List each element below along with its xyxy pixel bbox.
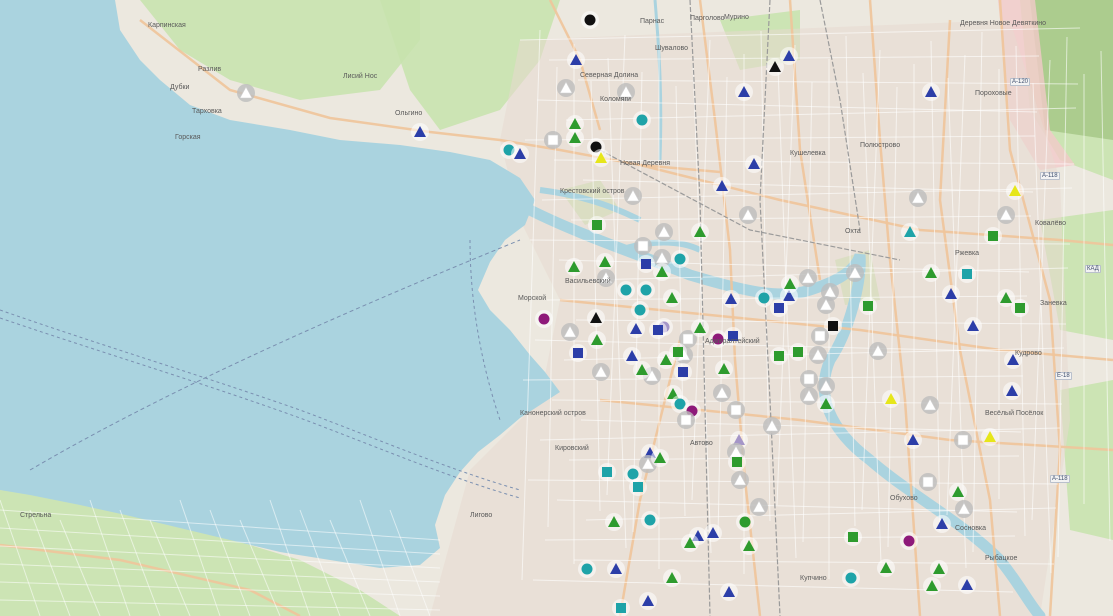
- white-square-marker: [680, 414, 692, 426]
- place-label: Горская: [175, 134, 201, 141]
- green-square-marker: [1015, 303, 1025, 313]
- place-label: Автово: [690, 440, 713, 447]
- place-label: Северная Долина: [580, 72, 639, 79]
- black-square-marker: [828, 321, 838, 331]
- place-label: Рыбацкое: [985, 555, 1018, 562]
- road-shield: А-118: [1050, 475, 1070, 483]
- teal-circle-marker: [640, 284, 652, 296]
- blue-square-marker: [653, 325, 663, 335]
- place-label: Ржевка: [955, 250, 980, 257]
- place-label: Васильевский: [565, 278, 611, 285]
- green-square-marker: [848, 532, 858, 542]
- green-square-marker: [592, 220, 602, 230]
- place-label: Шувалово: [655, 45, 689, 52]
- place-label: Обухово: [890, 495, 918, 502]
- road-shield: А-120: [1010, 78, 1031, 86]
- teal-circle-marker: [644, 514, 656, 526]
- teal-circle-marker: [636, 114, 648, 126]
- white-square-marker: [682, 333, 694, 345]
- place-label: Адмиралтейский: [705, 338, 760, 345]
- green-square-marker: [673, 347, 683, 357]
- place-label: Лисий Нос: [343, 73, 378, 80]
- road-shield: Е-18: [1055, 372, 1072, 380]
- place-label: Коломяги: [600, 96, 631, 103]
- green-square-marker: [793, 347, 803, 357]
- place-label: Весёлый Посёлок: [985, 410, 1044, 417]
- teal-circle-marker: [620, 284, 632, 296]
- place-label: Купчино: [800, 575, 827, 582]
- map-canvas[interactable]: [0, 0, 1113, 616]
- road-shield: А-118: [1040, 172, 1060, 180]
- city-map[interactable]: Карпинская Разлив Дубки Тарховка Горская…: [0, 0, 1113, 616]
- place-label: Стрельна: [20, 512, 52, 519]
- place-label: Кудрово: [1015, 350, 1042, 357]
- purple-circle-marker: [538, 313, 550, 325]
- place-label: Пороховые: [975, 90, 1012, 97]
- place-label: Охта: [845, 228, 861, 235]
- teal-square-marker: [602, 467, 612, 477]
- teal-square-marker: [962, 269, 972, 279]
- place-label: Кушелевка: [790, 150, 826, 157]
- white-square-marker: [922, 476, 934, 488]
- place-label: Ольгино: [395, 110, 423, 117]
- green-square-marker: [732, 457, 742, 467]
- teal-circle-marker: [674, 253, 686, 265]
- white-square-marker: [814, 330, 826, 342]
- road-shield: КАД: [1085, 265, 1101, 273]
- blue-square-marker: [678, 367, 688, 377]
- place-label: Сосновка: [955, 525, 987, 532]
- white-square-marker: [637, 240, 649, 252]
- place-label: Разлив: [198, 66, 222, 73]
- place-label: Кировский: [555, 445, 589, 452]
- place-label: Дубки: [170, 84, 190, 91]
- blue-square-marker: [774, 303, 784, 313]
- green-square-marker: [863, 301, 873, 311]
- black-circle-marker: [584, 14, 596, 26]
- place-label: Заневка: [1040, 300, 1067, 307]
- place-label: Лигово: [470, 512, 493, 519]
- purple-circle-marker: [903, 535, 915, 547]
- teal-circle-marker: [634, 304, 646, 316]
- teal-square-marker: [633, 482, 643, 492]
- place-label: Мурино: [724, 14, 749, 21]
- white-square-marker: [547, 134, 559, 146]
- white-square-marker: [957, 434, 969, 446]
- teal-circle-marker: [581, 563, 593, 575]
- place-label: Новая Деревня: [620, 160, 671, 167]
- place-label: Парголово: [690, 15, 725, 22]
- green-square-marker: [774, 351, 784, 361]
- place-label: Парнас: [640, 18, 665, 25]
- place-label: Канонерский остров: [520, 410, 586, 417]
- teal-circle-marker: [758, 292, 770, 304]
- blue-square-marker: [573, 348, 583, 358]
- place-label: Крестовский остров: [560, 188, 625, 195]
- green-square-marker: [988, 231, 998, 241]
- teal-square-marker: [616, 603, 626, 613]
- white-square-marker: [730, 404, 742, 416]
- teal-circle-marker: [845, 572, 857, 584]
- place-label: Тарховка: [192, 108, 222, 115]
- white-square-marker: [803, 373, 815, 385]
- green-circle-marker: [739, 516, 751, 528]
- place-label: Ковалёво: [1035, 220, 1067, 227]
- place-label: Морской: [518, 295, 547, 302]
- blue-square-marker: [641, 259, 651, 269]
- place-label: Деревня Новое Девяткино: [960, 20, 1047, 27]
- place-label: Карпинская: [148, 22, 186, 29]
- place-label: Полюстрово: [860, 142, 901, 149]
- teal-circle-marker: [627, 468, 639, 480]
